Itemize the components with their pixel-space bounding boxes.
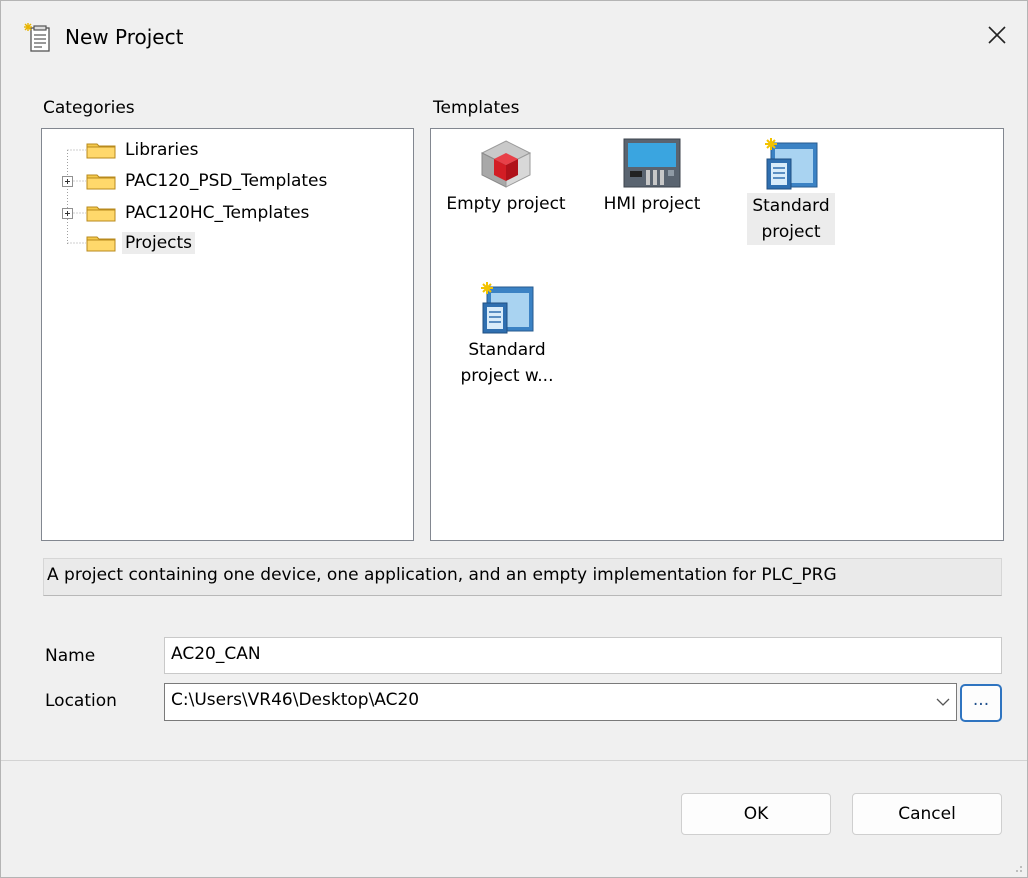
tree-item-projects[interactable]: Projects — [86, 228, 196, 258]
browse-button[interactable]: ... — [960, 684, 1002, 722]
template-label: Standard project — [747, 193, 835, 245]
dialog-title: New Project — [65, 25, 184, 49]
folder-icon — [86, 174, 116, 190]
close-button[interactable] — [973, 11, 1021, 59]
folder-icon — [86, 236, 116, 252]
cancel-button[interactable]: Cancel — [852, 793, 1002, 835]
categories-label: Categories — [43, 98, 135, 118]
tree-item-label: PAC120_PSD_Templates — [125, 171, 328, 191]
template-label: Empty project — [446, 194, 566, 214]
tree-item-libraries[interactable]: Libraries — [86, 135, 201, 165]
standard-project-icon — [765, 138, 818, 190]
name-input[interactable]: AC20_CAN — [164, 637, 1002, 674]
plus-icon — [65, 179, 70, 184]
location-combobox[interactable]: C:\Users\VR46\Desktop\AC20 — [164, 683, 957, 721]
categories-tree[interactable]: Libraries PAC120_PSD_Templates PAC120HC_… — [41, 128, 414, 541]
tree-item-pac120-psd-templates[interactable]: PAC120_PSD_Templates — [86, 166, 330, 196]
templates-list[interactable]: Empty project HMI project Standard proje… — [430, 128, 1004, 541]
tree-item-label: PAC120HC_Templates — [125, 203, 310, 223]
cube-icon — [480, 140, 532, 188]
divider — [1, 760, 1027, 761]
template-standard-project-w[interactable]: Standard project w... — [437, 281, 577, 389]
chevron-down-icon[interactable] — [936, 698, 950, 707]
ok-button[interactable]: OK — [681, 793, 831, 835]
new-project-dialog: New Project Categories Libraries PAC120_… — [0, 0, 1028, 878]
folder-icon — [86, 143, 116, 159]
standard-project-icon — [481, 282, 534, 334]
new-project-icon — [24, 23, 50, 52]
plus-icon — [65, 211, 70, 216]
template-hmi-project[interactable]: HMI project — [587, 137, 717, 217]
resize-grip-icon[interactable] — [1015, 865, 1023, 873]
name-label: Name — [45, 646, 96, 666]
folder-icon — [86, 206, 116, 222]
hmi-panel-icon — [623, 138, 681, 188]
expand-toggle[interactable] — [62, 176, 73, 187]
template-label: HMI project — [603, 194, 701, 214]
tree-item-pac120hc-templates[interactable]: PAC120HC_Templates — [86, 198, 312, 228]
location-value: C:\Users\VR46\Desktop\AC20 — [171, 690, 420, 710]
close-icon — [988, 26, 1006, 44]
tree-item-label: Projects — [122, 232, 196, 254]
templates-label: Templates — [433, 98, 520, 118]
location-label: Location — [45, 691, 117, 711]
template-description: A project containing one device, one app… — [43, 558, 1002, 596]
expand-toggle[interactable] — [62, 208, 73, 219]
template-label: Standard project w... — [460, 340, 554, 386]
title-bar: New Project — [1, 1, 1027, 76]
template-standard-project[interactable]: Standard project — [731, 137, 851, 245]
tree-item-label: Libraries — [125, 140, 199, 160]
template-empty-project[interactable]: Empty project — [437, 137, 575, 217]
